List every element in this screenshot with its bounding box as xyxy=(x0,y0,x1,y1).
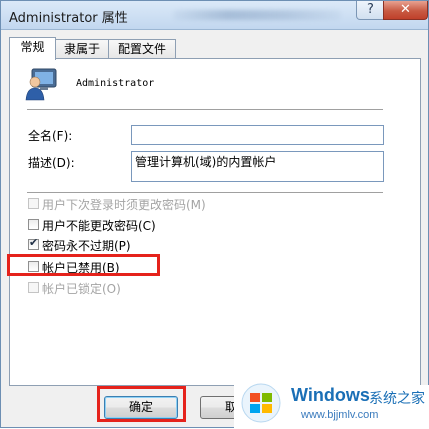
checkbox-label: 密码永不过期(P) xyxy=(42,239,131,253)
description-label: 描述(D): xyxy=(28,156,75,170)
divider xyxy=(27,109,383,110)
checkbox-label: 用户不能更改密码(C) xyxy=(42,219,156,233)
description-field[interactable]: 管理计算机(域)的内置帐户 xyxy=(131,151,384,182)
description-value: 管理计算机(域)的内置帐户 xyxy=(135,155,277,169)
checkbox-box[interactable] xyxy=(28,198,39,209)
watermark-brand: Windows xyxy=(291,385,370,405)
tab-general[interactable]: 常规 xyxy=(9,37,56,60)
divider xyxy=(27,192,383,193)
watermark-url: www.bjjmlv.com xyxy=(301,409,379,421)
checkbox-label: 用户下次登录时须更改密码(M) xyxy=(42,198,206,212)
checkmark-icon: ✔ xyxy=(29,236,39,249)
user-monitor-icon xyxy=(25,68,57,101)
checkbox-box[interactable]: ✔ xyxy=(28,236,39,250)
annotation-highlight-box xyxy=(97,386,186,422)
annotation-highlight-box xyxy=(7,254,160,276)
checkbox-box[interactable] xyxy=(28,219,39,230)
windows-logo-icon xyxy=(241,383,281,423)
checkbox-label: 帐户已锁定(O) xyxy=(42,282,121,296)
watermark-chinese: 系统之家 xyxy=(369,391,425,407)
tab-member-of[interactable]: 隶属于 xyxy=(55,39,109,59)
properties-dialog: Administrator 属性 ? ✕ 常规 隶属于 配置文件 Adminis… xyxy=(0,0,429,429)
fullname-label: 全名(F): xyxy=(28,129,73,143)
window-title: Administrator 属性 xyxy=(9,11,128,26)
help-button[interactable]: ? xyxy=(356,1,385,20)
blurred-title-region xyxy=(173,10,341,20)
close-button[interactable]: ✕ xyxy=(383,1,428,20)
fullname-field[interactable] xyxy=(131,125,384,145)
title-bar[interactable]: Administrator 属性 ? ✕ xyxy=(1,1,428,30)
account-name: Administrator xyxy=(76,78,155,89)
checkbox-box[interactable] xyxy=(28,282,39,293)
tab-profile[interactable]: 配置文件 xyxy=(108,39,176,59)
